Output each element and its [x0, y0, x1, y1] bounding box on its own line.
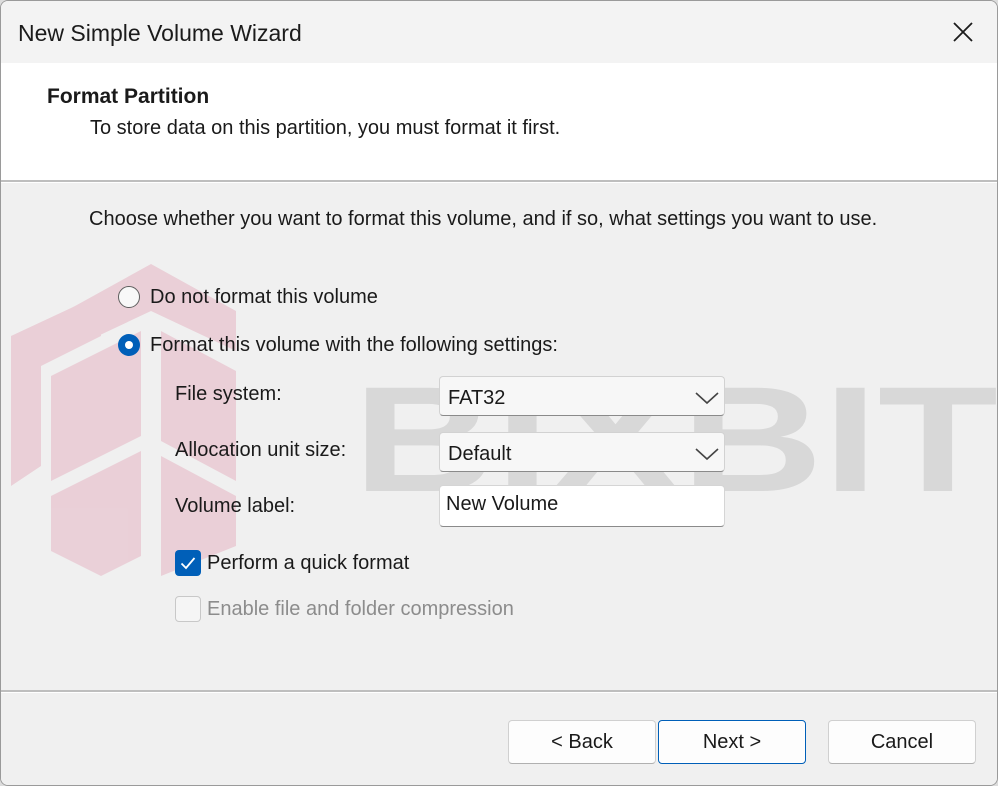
file-system-dropdown[interactable]: FAT32 — [439, 376, 725, 416]
chevron-down-icon — [695, 392, 719, 405]
allocation-unit-size-value: Default — [448, 443, 512, 465]
allocation-unit-size-label: Allocation unit size: — [175, 439, 347, 461]
radio-format-volume[interactable]: Format this volume with the following se… — [118, 330, 558, 360]
wizard-header: Format Partition To store data on this p… — [1, 63, 997, 181]
next-button[interactable]: Next > — [658, 720, 806, 764]
quick-format-label: Perform a quick format — [207, 551, 410, 574]
compression-checkbox — [175, 596, 201, 622]
cancel-button[interactable]: Cancel — [828, 720, 976, 764]
radio-label: Format this volume with the following se… — [150, 333, 558, 356]
quick-format-checkbox-row[interactable]: Perform a quick format — [175, 549, 409, 577]
compression-checkbox-row: Enable file and folder compression — [175, 595, 514, 623]
compression-label: Enable file and folder compression — [207, 597, 514, 620]
radio-button-selected[interactable] — [118, 334, 140, 356]
title-bar: New Simple Volume Wizard — [1, 1, 997, 63]
chevron-down-icon — [695, 448, 719, 461]
page-title: Format Partition — [47, 85, 210, 108]
instruction-text: Choose whether you want to format this v… — [89, 208, 878, 230]
radio-do-not-format[interactable]: Do not format this volume — [118, 282, 378, 312]
volume-label-value: New Volume — [446, 493, 559, 515]
allocation-unit-size-dropdown[interactable]: Default — [439, 432, 725, 472]
radio-label: Do not format this volume — [150, 285, 378, 308]
file-system-label: File system: — [175, 383, 282, 405]
checkmark-icon — [180, 557, 196, 570]
page-subtitle: To store data on this partition, you mus… — [90, 117, 561, 139]
radio-button[interactable] — [118, 286, 140, 308]
file-system-value: FAT32 — [448, 387, 506, 409]
window-title: New Simple Volume Wizard — [18, 20, 302, 46]
quick-format-checkbox[interactable] — [175, 550, 201, 576]
close-icon — [953, 22, 973, 42]
volume-label-label: Volume label: — [175, 495, 296, 517]
back-button[interactable]: < Back — [508, 720, 656, 764]
volume-label-input[interactable]: New Volume — [439, 485, 725, 527]
close-button[interactable] — [927, 1, 997, 63]
wizard-window: New Simple Volume Wizard Format Partitio… — [0, 0, 998, 786]
